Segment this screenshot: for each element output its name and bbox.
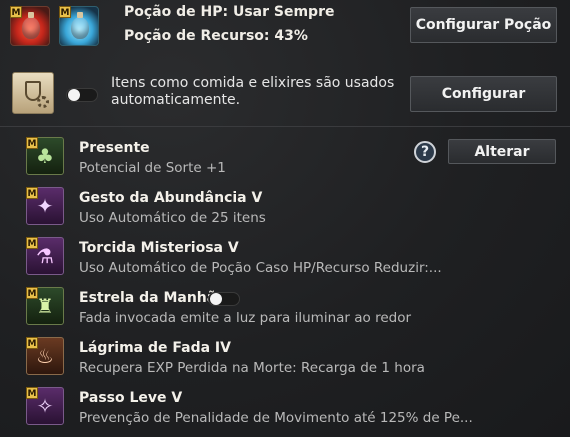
configure-potion-button[interactable]: Configurar Poção <box>410 7 557 43</box>
clover-glyph: ♣ <box>36 144 54 168</box>
blessing-subtitle: Prevenção de Penalidade de Movimento até… <box>79 410 473 426</box>
resource-potion-flask <box>71 12 89 39</box>
auto-use-description: Itens como comida e elixires são usados … <box>111 75 395 108</box>
potion-cheer-glyph: ⚗ <box>36 244 54 268</box>
blessing-subtitle: Uso Automático de Poção Caso HP/Recurso … <box>79 260 442 276</box>
blessing-title: Torcida Misteriosa V <box>79 240 239 256</box>
blessing-title: Gesto da Abundância V <box>79 190 263 206</box>
auto-use-items-icon <box>12 72 54 114</box>
resource-potion-icon[interactable]: M <box>59 6 99 46</box>
auto-use-toggle[interactable] <box>66 88 98 102</box>
m-badge: M <box>59 6 71 18</box>
toggle-knob <box>68 89 80 101</box>
blessing-title: Lágrima de Fada IV <box>79 340 231 356</box>
hp-potion-setting: Poção de HP: Usar Sempre <box>124 4 335 20</box>
fairy-icon: M ✦ <box>26 187 64 225</box>
clover-icon: M ♣ <box>26 137 64 175</box>
blessing-subtitle: Potencial de Sorte +1 <box>79 160 226 176</box>
help-icon[interactable]: ? <box>414 141 436 163</box>
lantern-icon: M ♜ <box>26 287 64 325</box>
blessing-title: Passo Leve V <box>79 390 183 406</box>
fairy-tear-glyph: ♨ <box>36 344 54 368</box>
blessing-subtitle: Uso Automático de 25 itens <box>79 210 266 226</box>
blessing-title: Presente <box>79 140 150 156</box>
hp-potion-icon[interactable]: M <box>10 6 50 46</box>
resource-potion-setting: Poção de Recurso: 43% <box>124 28 308 44</box>
toggle-knob <box>210 293 222 305</box>
section-divider <box>0 126 570 127</box>
light-step-icon: M ✧ <box>26 387 64 425</box>
potion-cheer-icon: M ⚗ <box>26 237 64 275</box>
m-badge: M <box>10 6 22 18</box>
blessing-subtitle: Recupera EXP Perdida na Morte: Recarga d… <box>79 360 425 376</box>
light-step-glyph: ✧ <box>36 394 54 418</box>
change-button[interactable]: Alterar <box>448 139 556 164</box>
lantern-glyph: ♜ <box>36 294 54 318</box>
fairy-glyph: ✦ <box>36 194 54 218</box>
hp-potion-flask <box>22 12 40 39</box>
fairy-tear-icon: M ♨ <box>26 337 64 375</box>
configure-button[interactable]: Configurar <box>410 76 557 112</box>
blessing-subtitle: Fada invocada emite a luz para iluminar … <box>79 310 412 326</box>
gear-icon <box>37 96 49 108</box>
blessing-title: Estrela da Manhã <box>79 290 217 306</box>
morning-star-toggle[interactable] <box>208 292 240 306</box>
